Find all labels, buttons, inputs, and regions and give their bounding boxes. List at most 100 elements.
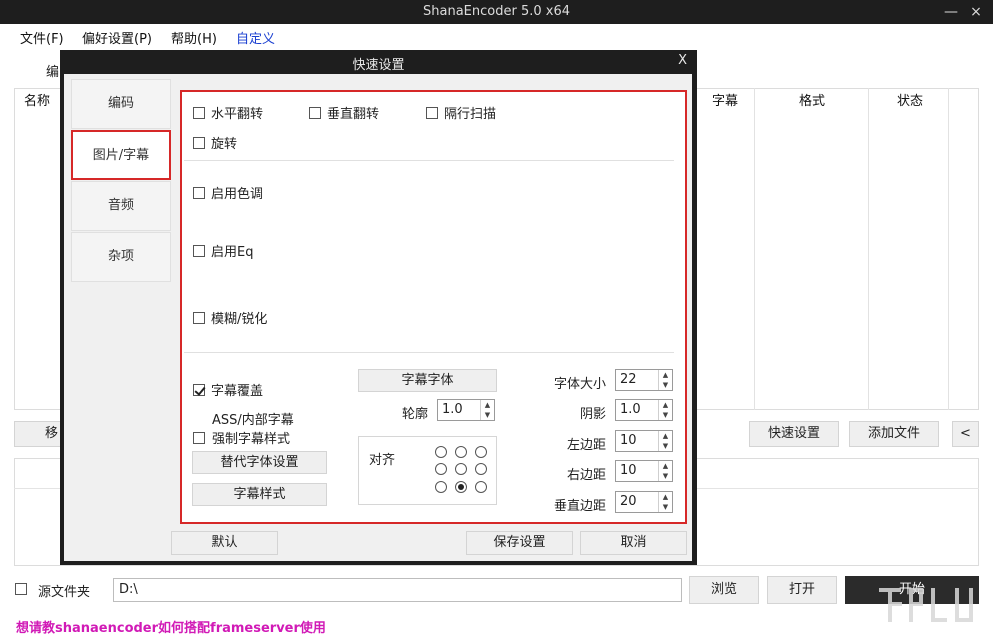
outline-value: 1.0 (442, 402, 463, 417)
hflip-label: 水平翻转 (211, 107, 264, 122)
vertical-margin-label: 垂直边距 (553, 499, 606, 514)
left-margin-value: 10 (620, 433, 637, 448)
font-size-spinbox[interactable]: 22 ▲ ▼ (615, 369, 673, 391)
tab-picture-subtitle[interactable]: 图片/字幕 (71, 130, 171, 180)
menu-help[interactable]: 帮助(H) (171, 28, 217, 47)
vertical-margin-value: 20 (620, 494, 637, 509)
dialog-title: 快速设置 (352, 58, 405, 73)
subtitle-overlay-checkbox[interactable]: 字幕覆盖 (193, 380, 263, 399)
spin-down-icon[interactable]: ▼ (659, 502, 672, 512)
window-title: ShanaEncoder 5.0 x64 (423, 4, 570, 19)
column-subtitle[interactable]: 字幕 (712, 90, 738, 109)
right-margin-value: 10 (620, 463, 637, 478)
font-size-value: 22 (620, 372, 637, 387)
align-middle-right-radio[interactable] (475, 463, 487, 475)
rotate-label: 旋转 (211, 137, 238, 152)
subtitle-style-button[interactable]: 字幕样式 (192, 483, 327, 506)
align-top-right-radio[interactable] (475, 446, 487, 458)
font-size-label: 字体大小 (553, 377, 606, 392)
shadow-label: 阴影 (579, 407, 606, 422)
browse-button[interactable]: 浏览 (689, 576, 759, 604)
quick-settings-button[interactable]: 快速设置 (749, 421, 839, 447)
column-format[interactable]: 格式 (799, 90, 825, 109)
align-top-left-radio[interactable] (435, 446, 447, 458)
align-middle-center-radio[interactable] (455, 463, 467, 475)
align-bottom-left-radio[interactable] (435, 481, 447, 493)
blur-checkbox[interactable]: 模糊/锐化 (193, 308, 267, 327)
dialog-close-button[interactable]: X (678, 53, 687, 68)
vflip-checkbox[interactable]: 垂直翻转 (309, 103, 379, 122)
tab-encoding[interactable]: 编码 (71, 79, 171, 129)
column-name[interactable]: 名称 (24, 90, 50, 109)
vertical-margin-spinbox[interactable]: 20 ▲ ▼ (615, 491, 673, 513)
spin-up-icon[interactable]: ▲ (659, 400, 672, 410)
rotate-checkbox[interactable]: 旋转 (193, 133, 237, 152)
spin-down-icon[interactable]: ▼ (659, 380, 672, 390)
spin-up-icon[interactable]: ▲ (481, 400, 494, 410)
color-label: 启用色调 (211, 187, 264, 202)
shadow-spinbox[interactable]: 1.0 ▲ ▼ (615, 399, 673, 421)
ass-force-style-checkbox[interactable] (193, 432, 205, 444)
minimize-button[interactable]: — (937, 2, 965, 22)
main-tab-fragment[interactable]: 编 (46, 61, 59, 80)
eq-checkbox[interactable]: 启用Eq (193, 241, 253, 260)
align-bottom-right-radio[interactable] (475, 481, 487, 493)
subtitle-overlay-label: 字幕覆盖 (211, 384, 264, 399)
color-checkbox[interactable]: 启用色调 (193, 183, 263, 202)
section-divider (184, 352, 674, 353)
default-button[interactable]: 默认 (171, 531, 278, 555)
open-button[interactable]: 打开 (767, 576, 837, 604)
ass-line1-label: ASS/内部字幕 (212, 413, 294, 428)
tab-misc[interactable]: 杂项 (71, 232, 171, 282)
source-folder-label: 源文件夹 (38, 585, 91, 600)
column-divider (868, 88, 869, 410)
right-margin-spinbox[interactable]: 10 ▲ ▼ (615, 460, 673, 482)
output-path-input[interactable]: D:\ (113, 578, 682, 602)
right-margin-label: 右边距 (566, 468, 606, 483)
outline-label: 轮廓 (401, 407, 428, 422)
align-bottom-center-radio[interactable] (455, 481, 467, 493)
column-status[interactable]: 状态 (897, 90, 923, 109)
left-margin-spinbox[interactable]: 10 ▲ ▼ (615, 430, 673, 452)
tab-audio[interactable]: 音频 (71, 181, 171, 231)
alt-font-button[interactable]: 替代字体设置 (192, 451, 327, 474)
spin-up-icon[interactable]: ▲ (659, 431, 672, 441)
cancel-button[interactable]: 取消 (580, 531, 687, 555)
column-divider (948, 88, 949, 410)
spin-down-icon[interactable]: ▼ (659, 441, 672, 451)
interlace-checkbox[interactable]: 隔行扫描 (426, 103, 496, 122)
subtitle-font-button[interactable]: 字幕字体 (358, 369, 497, 392)
spin-up-icon[interactable]: ▲ (659, 370, 672, 380)
vflip-label: 垂直翻转 (327, 107, 380, 122)
shadow-value: 1.0 (620, 402, 641, 417)
save-settings-button[interactable]: 保存设置 (466, 531, 573, 555)
alignment-label: 对齐 (369, 453, 396, 468)
column-divider (754, 88, 755, 410)
left-margin-label: 左边距 (566, 438, 606, 453)
add-file-button[interactable]: 添加文件 (849, 421, 939, 447)
title-bar: ShanaEncoder 5.0 x64 — × (0, 0, 993, 24)
align-middle-left-radio[interactable] (435, 463, 447, 475)
watermark-logo (879, 588, 973, 622)
spin-up-icon[interactable]: ▲ (659, 461, 672, 471)
collapse-button[interactable]: < (952, 421, 979, 447)
hflip-checkbox[interactable]: 水平翻转 (193, 103, 263, 122)
close-button[interactable]: × (962, 2, 990, 22)
eq-label: 启用Eq (211, 245, 254, 260)
spin-down-icon[interactable]: ▼ (659, 410, 672, 420)
footer-link[interactable]: 想请教shanaencoder如何搭配frameserver使用 (16, 617, 326, 636)
align-top-center-radio[interactable] (455, 446, 467, 458)
menu-custom[interactable]: 自定义 (236, 28, 275, 47)
source-folder-checkbox[interactable] (15, 583, 27, 595)
interlace-label: 隔行扫描 (444, 107, 497, 122)
spin-down-icon[interactable]: ▼ (481, 410, 494, 420)
spin-down-icon[interactable]: ▼ (659, 471, 672, 481)
ass-line2-label: 强制字幕样式 (212, 432, 291, 447)
section-divider (184, 160, 674, 161)
spin-up-icon[interactable]: ▲ (659, 492, 672, 502)
menu-prefs[interactable]: 偏好设置(P) (82, 28, 152, 47)
outline-spinbox[interactable]: 1.0 ▲ ▼ (437, 399, 495, 421)
menu-file[interactable]: 文件(F) (20, 28, 64, 47)
blur-label: 模糊/锐化 (211, 312, 268, 327)
menu-bar: 文件(F) 偏好设置(P) 帮助(H) 自定义 (0, 24, 993, 50)
